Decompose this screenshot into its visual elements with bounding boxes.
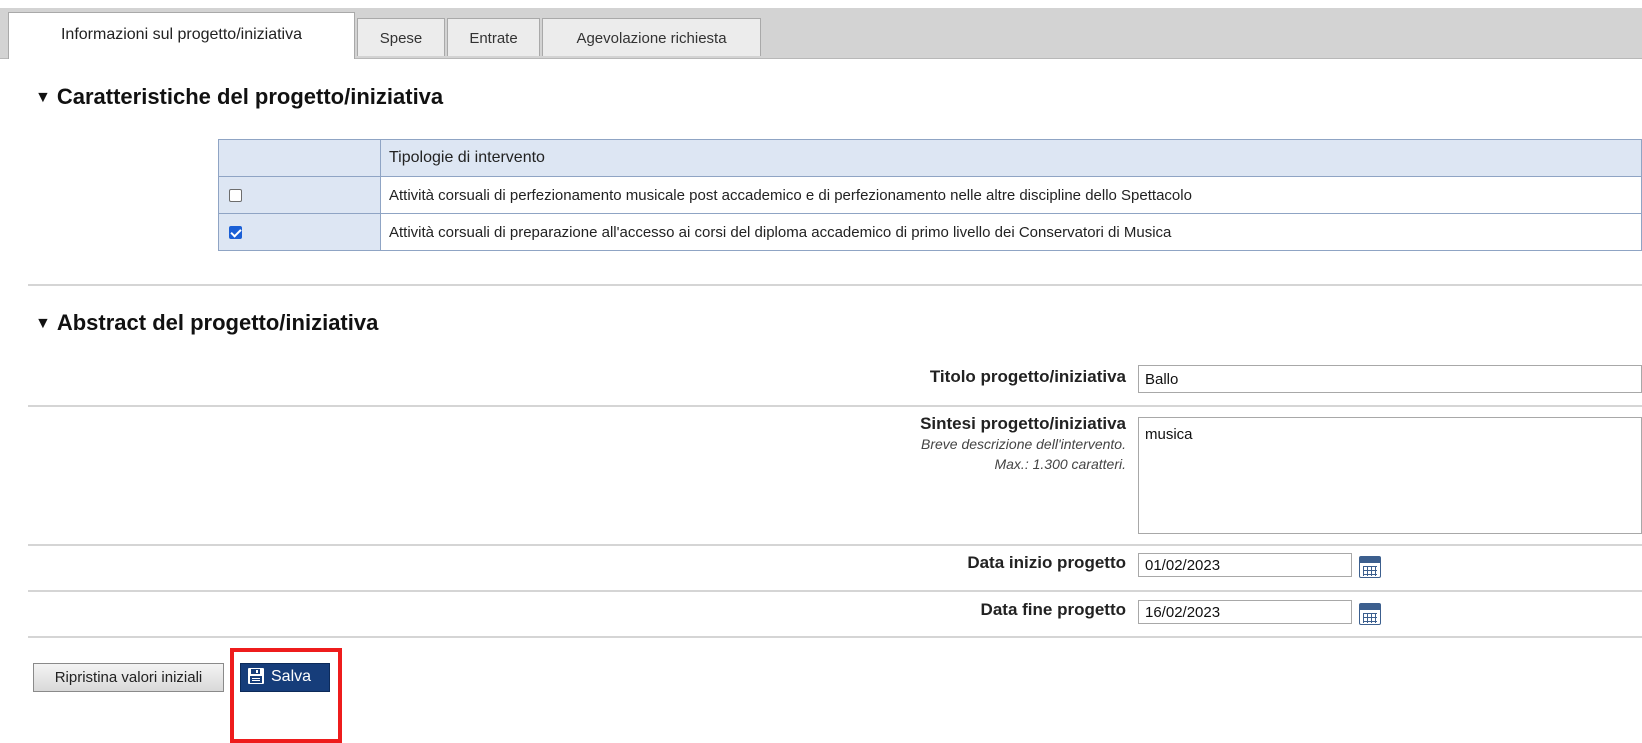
divider <box>28 405 1642 407</box>
reset-button[interactable]: Ripristina valori iniziali <box>33 663 224 692</box>
table-header-row: Tipologie di intervento <box>218 139 1642 177</box>
table-header-checkbox-cell <box>218 139 381 177</box>
titolo-input[interactable] <box>1138 365 1642 393</box>
sintesi-label: Sintesi progetto/iniziativa <box>920 414 1126 433</box>
data-inizio-input[interactable] <box>1138 553 1352 577</box>
tab-spese[interactable]: Spese <box>357 18 445 56</box>
table-header-tipologie: Tipologie di intervento <box>380 139 1642 177</box>
tipologia-text-1: Attività corsuali di perfezionamento mus… <box>380 176 1642 214</box>
data-fine-input[interactable] <box>1138 600 1352 624</box>
titolo-label: Titolo progetto/iniziativa <box>929 367 1126 386</box>
divider <box>28 284 1642 286</box>
section-caratteristiche-title: Caratteristiche del progetto/iniziativa <box>56 84 444 109</box>
sintesi-hint-max: Max.: 1.300 caratteri. <box>994 456 1126 472</box>
tipologia-text-2: Attività corsuali di preparazione all'ac… <box>380 213 1642 251</box>
collapse-triangle-icon[interactable]: ▼ <box>35 315 51 332</box>
tipologie-table: Tipologie di intervento Attività corsual… <box>218 139 1642 251</box>
tab-entrate[interactable]: Entrate <box>447 18 540 56</box>
sintesi-hint-description: Breve descrizione dell'intervento. <box>920 436 1126 452</box>
divider <box>28 590 1642 592</box>
data-inizio-label: Data inizio progetto <box>967 553 1126 572</box>
calendar-icon[interactable] <box>1359 556 1381 578</box>
tab-bar: Informazioni sul progetto/iniziativa Spe… <box>0 8 1642 59</box>
tipologia-checkbox-1[interactable] <box>229 189 242 203</box>
table-row: Attività corsuali di preparazione all'ac… <box>218 213 1642 251</box>
highlight-box <box>230 648 342 743</box>
calendar-icon[interactable] <box>1359 603 1381 625</box>
sintesi-textarea[interactable]: musica <box>1138 417 1642 534</box>
data-fine-label: Data fine progetto <box>980 600 1126 619</box>
table-row: Attività corsuali di perfezionamento mus… <box>218 176 1642 214</box>
section-abstract-title: Abstract del progetto/iniziativa <box>56 310 379 335</box>
tab-informazioni[interactable]: Informazioni sul progetto/iniziativa <box>8 12 355 59</box>
divider <box>28 544 1642 546</box>
section-abstract-header[interactable]: ▼ Abstract del progetto/iniziativa <box>35 310 378 336</box>
collapse-triangle-icon[interactable]: ▼ <box>35 89 51 106</box>
table-row-checkbox-cell <box>218 176 381 214</box>
tab-agevolazione[interactable]: Agevolazione richiesta <box>542 18 761 56</box>
section-caratteristiche-header[interactable]: ▼ Caratteristiche del progetto/iniziativa <box>35 84 443 110</box>
divider <box>28 636 1642 638</box>
table-row-checkbox-cell <box>218 213 381 251</box>
tipologia-checkbox-2[interactable] <box>229 226 242 240</box>
